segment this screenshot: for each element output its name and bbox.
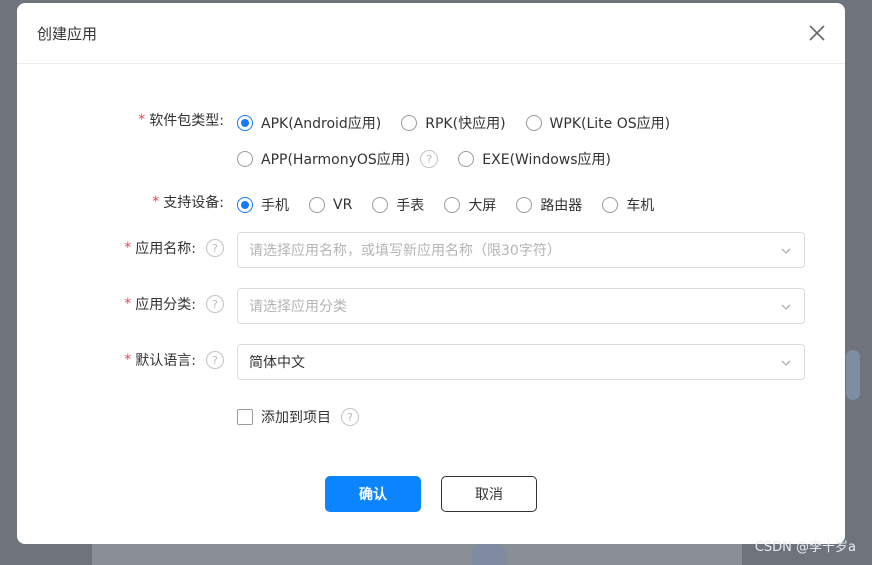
app-category-label: * 应用分类: ? (124, 294, 224, 314)
cancel-button[interactable]: 取消 (441, 476, 537, 512)
app-name-placeholder: 请选择应用名称，或填写新应用名称（限30字符） (249, 243, 561, 259)
radio-exe-label: EXE(Windows应用) (482, 152, 611, 168)
required-mark: * (124, 352, 132, 368)
radio-circle[interactable] (401, 115, 418, 131)
add-to-project-label: 添加到项目 (261, 410, 331, 426)
radio-watch[interactable]: 手表 (372, 195, 424, 215)
radio-rpk-label: RPK(快应用) (425, 116, 506, 132)
package-type-label: * 软件包类型: (138, 110, 224, 130)
default-language-select[interactable]: 简体中文 (237, 344, 805, 380)
devices-label-text: 支持设备: (163, 195, 224, 211)
help-icon[interactable]: ? (206, 239, 224, 257)
radio-vr-label: VR (333, 197, 353, 213)
help-icon[interactable]: ? (206, 295, 224, 313)
radio-router[interactable]: 路由器 (516, 195, 582, 215)
devices-label: * 支持设备: (152, 192, 224, 212)
radio-rpk[interactable]: RPK(快应用) (401, 113, 506, 133)
background-decoration (472, 544, 506, 565)
app-category-label-text: 应用分类: (135, 297, 196, 313)
package-type-radio-group-2: APP(HarmonyOS应用) ? EXE(Windows应用) (237, 149, 631, 169)
background-decoration (846, 350, 860, 400)
app-category-label-wrap: * 应用分类: ? (17, 294, 224, 316)
default-language-label-wrap: * 默认语言: ? (17, 350, 224, 372)
required-mark: * (152, 194, 160, 210)
radio-circle-checked[interactable] (237, 115, 253, 131)
help-icon[interactable]: ? (206, 351, 224, 369)
radio-circle[interactable] (516, 197, 533, 213)
create-app-dialog: 创建应用 * 软件包类型: APK(Android应用) RPK(快应用) WP… (17, 3, 845, 544)
radio-app-label: APP(HarmonyOS应用) (261, 152, 411, 168)
radio-circle[interactable] (458, 151, 475, 167)
radio-circle[interactable] (372, 197, 389, 213)
radio-circle[interactable] (237, 151, 253, 167)
app-category-select[interactable]: 请选择应用分类 (237, 288, 805, 324)
radio-tv-label: 大屏 (468, 198, 497, 214)
app-name-label-text: 应用名称: (135, 241, 196, 257)
app-category-placeholder: 请选择应用分类 (249, 299, 347, 315)
package-type-label-text: 软件包类型: (149, 113, 224, 129)
close-icon-svg (809, 25, 825, 41)
chevron-down-icon (781, 360, 791, 366)
radio-circle[interactable] (444, 197, 461, 213)
default-language-value: 简体中文 (249, 355, 305, 371)
chevron-down-icon (781, 248, 791, 254)
radio-circle[interactable] (309, 197, 325, 213)
devices-label-wrap: * 支持设备: (17, 192, 224, 214)
radio-circle-checked[interactable] (237, 197, 253, 213)
radio-wpk-label: WPK(Lite OS应用) (549, 116, 671, 132)
confirm-button[interactable]: 确认 (325, 476, 421, 512)
default-language-label: * 默认语言: ? (124, 350, 224, 370)
radio-apk[interactable]: APK(Android应用) (237, 113, 381, 133)
radio-app[interactable]: APP(HarmonyOS应用) (237, 149, 410, 169)
add-to-project-row: 添加到项目 ? (237, 407, 359, 427)
required-mark: * (124, 296, 132, 312)
radio-circle[interactable] (525, 115, 542, 131)
radio-vr[interactable]: VR (309, 197, 352, 213)
chevron-down-icon (781, 304, 791, 310)
default-language-label-text: 默认语言: (135, 353, 196, 369)
radio-wpk[interactable]: WPK(Lite OS应用) (525, 113, 671, 133)
radio-tv[interactable]: 大屏 (444, 195, 496, 215)
radio-car-label: 车机 (626, 198, 655, 214)
add-to-project-checkbox[interactable] (237, 409, 253, 425)
radio-phone-label: 手机 (261, 198, 289, 214)
required-mark: * (124, 240, 132, 256)
close-icon[interactable] (807, 23, 827, 43)
radio-car[interactable]: 车机 (602, 195, 654, 215)
radio-router-label: 路由器 (540, 198, 583, 214)
radio-circle[interactable] (602, 197, 619, 213)
package-type-radio-group-1: APK(Android应用) RPK(快应用) WPK(Lite OS应用) (237, 113, 690, 133)
package-type-label-wrap: * 软件包类型: (17, 110, 224, 132)
required-mark: * (138, 112, 146, 128)
help-icon[interactable]: ? (420, 150, 439, 168)
radio-apk-label: APK(Android应用) (261, 116, 382, 132)
radio-watch-label: 手表 (396, 198, 425, 214)
watermark: CSDN @李十岁a (754, 540, 856, 555)
app-name-label-wrap: * 应用名称: ? (17, 238, 224, 260)
devices-radio-group: 手机 VR 手表 大屏 路由器 车机 (237, 195, 674, 215)
radio-exe[interactable]: EXE(Windows应用) (458, 149, 611, 169)
dialog-title: 创建应用 (37, 24, 98, 43)
app-name-select[interactable]: 请选择应用名称，或填写新应用名称（限30字符） (237, 232, 805, 268)
app-name-label: * 应用名称: ? (124, 238, 224, 258)
help-icon[interactable]: ? (341, 408, 359, 426)
dialog-header: 创建应用 (17, 3, 845, 64)
radio-phone[interactable]: 手机 (237, 195, 289, 215)
